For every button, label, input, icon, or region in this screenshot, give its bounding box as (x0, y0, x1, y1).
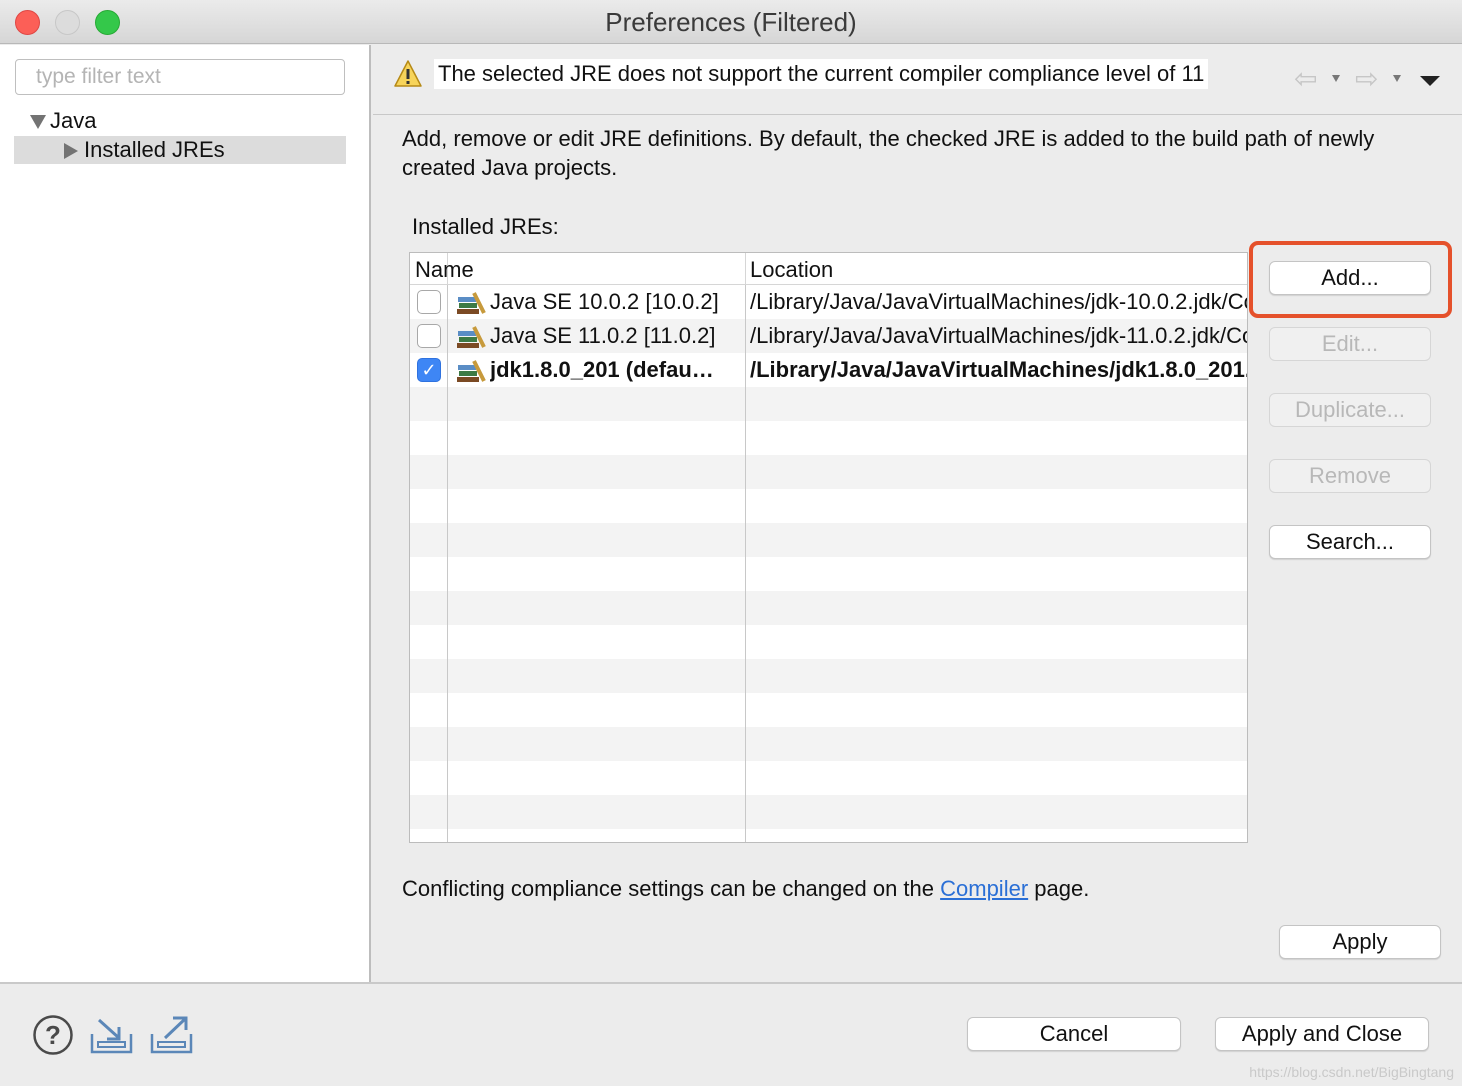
column-header-name[interactable]: Name (415, 257, 474, 283)
jre-location: /Library/Java/JavaVirtualMachines/jdk-10… (750, 289, 1247, 314)
window-title: Preferences (Filtered) (605, 7, 857, 37)
duplicate-jre-button[interactable]: Duplicate... (1269, 393, 1431, 427)
page-header: The selected JRE does not support the cu… (373, 45, 1462, 115)
table-row (410, 625, 1247, 659)
page-description: Add, remove or edit JRE definitions. By … (402, 126, 1375, 180)
tree-item-label: Installed JREs (84, 137, 225, 162)
jre-name: jdk1.8.0_201 (defau… (490, 357, 714, 382)
table-row (410, 761, 1247, 795)
installed-jres-label: Installed JREs: (412, 214, 559, 239)
table-row (410, 523, 1247, 557)
apply-button[interactable]: Apply (1279, 925, 1441, 959)
footer-divider (0, 982, 1462, 984)
column-divider (447, 285, 448, 842)
remove-jre-button[interactable]: Remove (1269, 459, 1431, 493)
table-header: Name Location (410, 253, 1247, 285)
table-row[interactable]: Java SE 10.0.2 [10.0.2] /Library/Java/Jav… (410, 285, 1247, 319)
table-row (410, 829, 1247, 842)
apply-and-close-button[interactable]: Apply and Close (1215, 1017, 1429, 1051)
compiler-note-suffix: page. (1028, 876, 1090, 901)
table-row (410, 421, 1247, 455)
preferences-sidebar: Java Installed JREs (0, 45, 371, 982)
export-icon[interactable] (149, 1014, 195, 1056)
tree-item-java[interactable]: Java (14, 107, 346, 135)
column-separator[interactable] (745, 253, 746, 285)
title-bar: Preferences (Filtered) (0, 0, 1462, 44)
help-icon[interactable]: ? (32, 1014, 74, 1056)
cancel-button[interactable]: Cancel (967, 1017, 1181, 1051)
compiler-link[interactable]: Compiler (940, 876, 1028, 901)
filter-input[interactable] (15, 59, 345, 95)
column-header-location[interactable]: Location (750, 257, 833, 283)
expand-triangle-icon[interactable] (30, 115, 46, 130)
collapsed-triangle-icon[interactable] (64, 143, 78, 160)
jre-name: Java SE 11.0.2 [11.0.2] (490, 323, 716, 348)
table-row (410, 727, 1247, 761)
jre-location: /Library/Java/JavaVirtualMachines/jdk-11… (750, 323, 1247, 348)
import-icon[interactable] (89, 1014, 135, 1056)
table-row (410, 387, 1247, 421)
table-row (410, 795, 1247, 829)
column-divider (745, 285, 746, 842)
jre-default-checkbox[interactable]: ✓ (417, 358, 441, 382)
jre-default-checkbox[interactable] (417, 324, 441, 348)
table-row[interactable]: Java SE 11.0.2 [11.0.2] /Library/Java/Jav… (410, 319, 1247, 353)
warning-icon (394, 60, 422, 87)
table-row (410, 659, 1247, 693)
forward-arrow-icon[interactable]: ⇨ (1355, 65, 1378, 93)
library-icon (457, 360, 486, 382)
jre-default-checkbox[interactable] (417, 290, 441, 314)
tree-item-installed-jres[interactable]: Installed JREs (14, 136, 346, 164)
table-row (410, 489, 1247, 523)
installed-jres-table[interactable]: Name Location Java SE 10.0.2 [10.0.2] /Li… (409, 252, 1248, 843)
svg-text:?: ? (45, 1020, 61, 1050)
forward-history-dropdown[interactable] (1393, 75, 1401, 82)
search-jre-button[interactable]: Search... (1269, 525, 1431, 559)
edit-jre-button[interactable]: Edit... (1269, 327, 1431, 361)
table-row (410, 591, 1247, 625)
jre-location: /Library/Java/JavaVirtualMachines/jdk1.8… (750, 357, 1247, 382)
jre-name: Java SE 10.0.2 [10.0.2] (490, 289, 719, 314)
table-row (410, 557, 1247, 591)
table-row (410, 455, 1247, 489)
library-icon (457, 326, 486, 348)
compiler-note: Conflicting compliance settings can be c… (402, 876, 1089, 902)
add-jre-button[interactable]: Add... (1269, 261, 1431, 295)
library-icon (457, 292, 486, 314)
warning-message: The selected JRE does not support the cu… (434, 59, 1209, 89)
back-arrow-icon[interactable]: ⇦ (1294, 65, 1317, 93)
back-history-dropdown[interactable] (1332, 75, 1340, 82)
watermark: https://blog.csdn.net/BigBingtang (1249, 1064, 1454, 1080)
table-row[interactable]: ✓ jdk1.8.0_201 (defau… /Library/Java/JavaV… (410, 353, 1247, 387)
compiler-note-prefix: Conflicting compliance settings can be c… (402, 876, 941, 901)
tree-item-label: Java (50, 108, 97, 133)
view-menu-icon[interactable] (1420, 76, 1440, 86)
table-row (410, 693, 1247, 727)
